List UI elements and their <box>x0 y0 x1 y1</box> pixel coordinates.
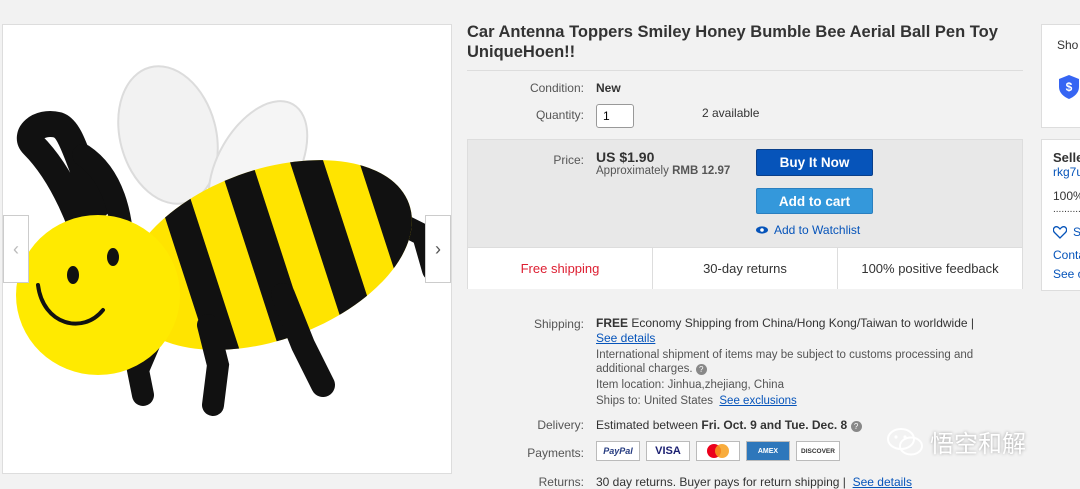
feature-feedback: 100% positive feedback <box>861 261 999 276</box>
feature-returns: 30-day returns <box>653 248 838 289</box>
product-title: Car Antenna Toppers Smiley Honey Bumble … <box>467 23 998 61</box>
mastercard-icon <box>696 441 740 461</box>
shop-box: Sho $ <box>1041 24 1080 128</box>
payments-label: Payments: <box>527 446 584 460</box>
shop-text: Sho <box>1057 38 1079 52</box>
discover-icon: DISCOVER <box>796 441 840 461</box>
seller-percent: 100% <box>1053 189 1080 203</box>
eye-icon <box>756 226 768 234</box>
amex-label: AMEX <box>757 447 779 455</box>
contact-seller-link[interactable]: Conta <box>1053 248 1080 262</box>
condition-value: New <box>596 81 621 95</box>
paypal-label: PayPal <box>603 446 633 456</box>
ships-to-label: Ships to: <box>596 395 641 407</box>
shipping-label: Shipping: <box>533 317 584 331</box>
gallery-next-arrow[interactable]: › <box>425 215 451 283</box>
chevron-right-icon: › <box>435 238 441 259</box>
returns-line: 30 day returns. Buyer pays for return sh… <box>596 475 912 489</box>
price-value: US $1.90 <box>596 149 655 165</box>
add-to-cart-button[interactable]: Add to cart <box>756 188 873 214</box>
quantity-input[interactable] <box>596 104 634 128</box>
returns-see-details-link[interactable]: See details <box>853 475 912 489</box>
item-location-label: Item location: <box>596 379 665 391</box>
help-icon[interactable]: ? <box>695 364 707 375</box>
feature-free-shipping: Free shipping <box>468 248 653 289</box>
title-divider <box>467 70 1023 71</box>
condition-label: Condition: <box>529 81 584 95</box>
product-image-bee[interactable] <box>3 25 452 474</box>
shield-icon: $ <box>1059 75 1079 99</box>
item-location-value: Jinhua,zhejiang, China <box>667 379 784 391</box>
watermark: 悟空和解 <box>886 424 1026 459</box>
discover-label: DISCOVER <box>801 447 835 455</box>
visa-icon: VISA <box>646 441 690 461</box>
price-approx-prefix: Approximately <box>596 165 669 177</box>
delivery-label: Delivery: <box>537 418 584 432</box>
see-other-items-link[interactable]: See o <box>1053 267 1080 281</box>
gallery-prev-arrow[interactable]: ‹ <box>3 215 29 283</box>
shipping-see-details-link[interactable]: See details <box>596 331 655 345</box>
visa-label: VISA <box>655 445 681 457</box>
intl-note-text: International shipment of items may be s… <box>596 349 974 375</box>
wechat-logo-icon <box>887 427 923 455</box>
ships-to-value: United States <box>643 395 713 407</box>
delivery-estimate: Estimated between Fri. Oct. 9 and Tue. D… <box>596 418 862 432</box>
heart-icon <box>1053 225 1067 239</box>
delivery-prefix: Estimated between <box>596 418 699 432</box>
quantity-available: 2 available <box>702 106 760 120</box>
delivery-range: Fri. Oct. 9 and Tue. Dec. 8 <box>701 418 848 432</box>
amex-icon: AMEX <box>746 441 790 461</box>
shipping-method: Economy Shipping from China/Hong Kong/Ta… <box>631 316 974 330</box>
shipping-free: FREE <box>596 316 629 330</box>
price-approx: Approximately RMB 12.97 <box>596 165 730 177</box>
paypal-icon: PayPal <box>596 441 640 461</box>
seller-box: Selle rkg7u 100% .......... S Conta See … <box>1041 139 1080 291</box>
mastercard-circles <box>707 444 729 458</box>
price-approx-value: RMB 12.97 <box>672 165 731 177</box>
item-location: Item location: Jinhua,zhejiang, China <box>596 379 784 391</box>
returns-label: Returns: <box>538 475 584 489</box>
chevron-left-icon: ‹ <box>13 238 19 259</box>
svg-text:$: $ <box>1066 80 1073 94</box>
save-text: S <box>1073 225 1080 239</box>
returns-text: 30 day returns. Buyer pays for return sh… <box>596 475 846 489</box>
shipping-line: FREE Economy Shipping from China/Hong Ko… <box>596 316 974 330</box>
help-icon[interactable]: ? <box>850 421 862 432</box>
watermark-text: 悟空和解 <box>930 431 1026 458</box>
save-seller-link[interactable]: S <box>1053 225 1080 239</box>
see-exclusions-link[interactable]: See exclusions <box>719 395 796 407</box>
seller-title: Selle <box>1053 150 1080 165</box>
quantity-label: Quantity: <box>535 108 584 122</box>
watchlist-label: Add to Watchlist <box>774 223 861 237</box>
seller-dots: .......... <box>1053 204 1080 215</box>
feature-bar: Free shipping 30-day returns 100% positi… <box>468 247 1022 289</box>
buy-it-now-button[interactable]: Buy It Now <box>756 149 873 176</box>
payment-methods: PayPal VISA AMEX DISCOVER <box>596 441 840 461</box>
product-image-panel: ‹ › <box>2 24 452 474</box>
add-to-watchlist-link[interactable]: Add to Watchlist <box>756 223 860 237</box>
price-label: Price: <box>553 153 584 167</box>
seller-name-link[interactable]: rkg7u <box>1053 165 1080 179</box>
shipping-intl-note: International shipment of items may be s… <box>596 348 996 376</box>
ships-to: Ships to: United States See exclusions <box>596 395 797 407</box>
